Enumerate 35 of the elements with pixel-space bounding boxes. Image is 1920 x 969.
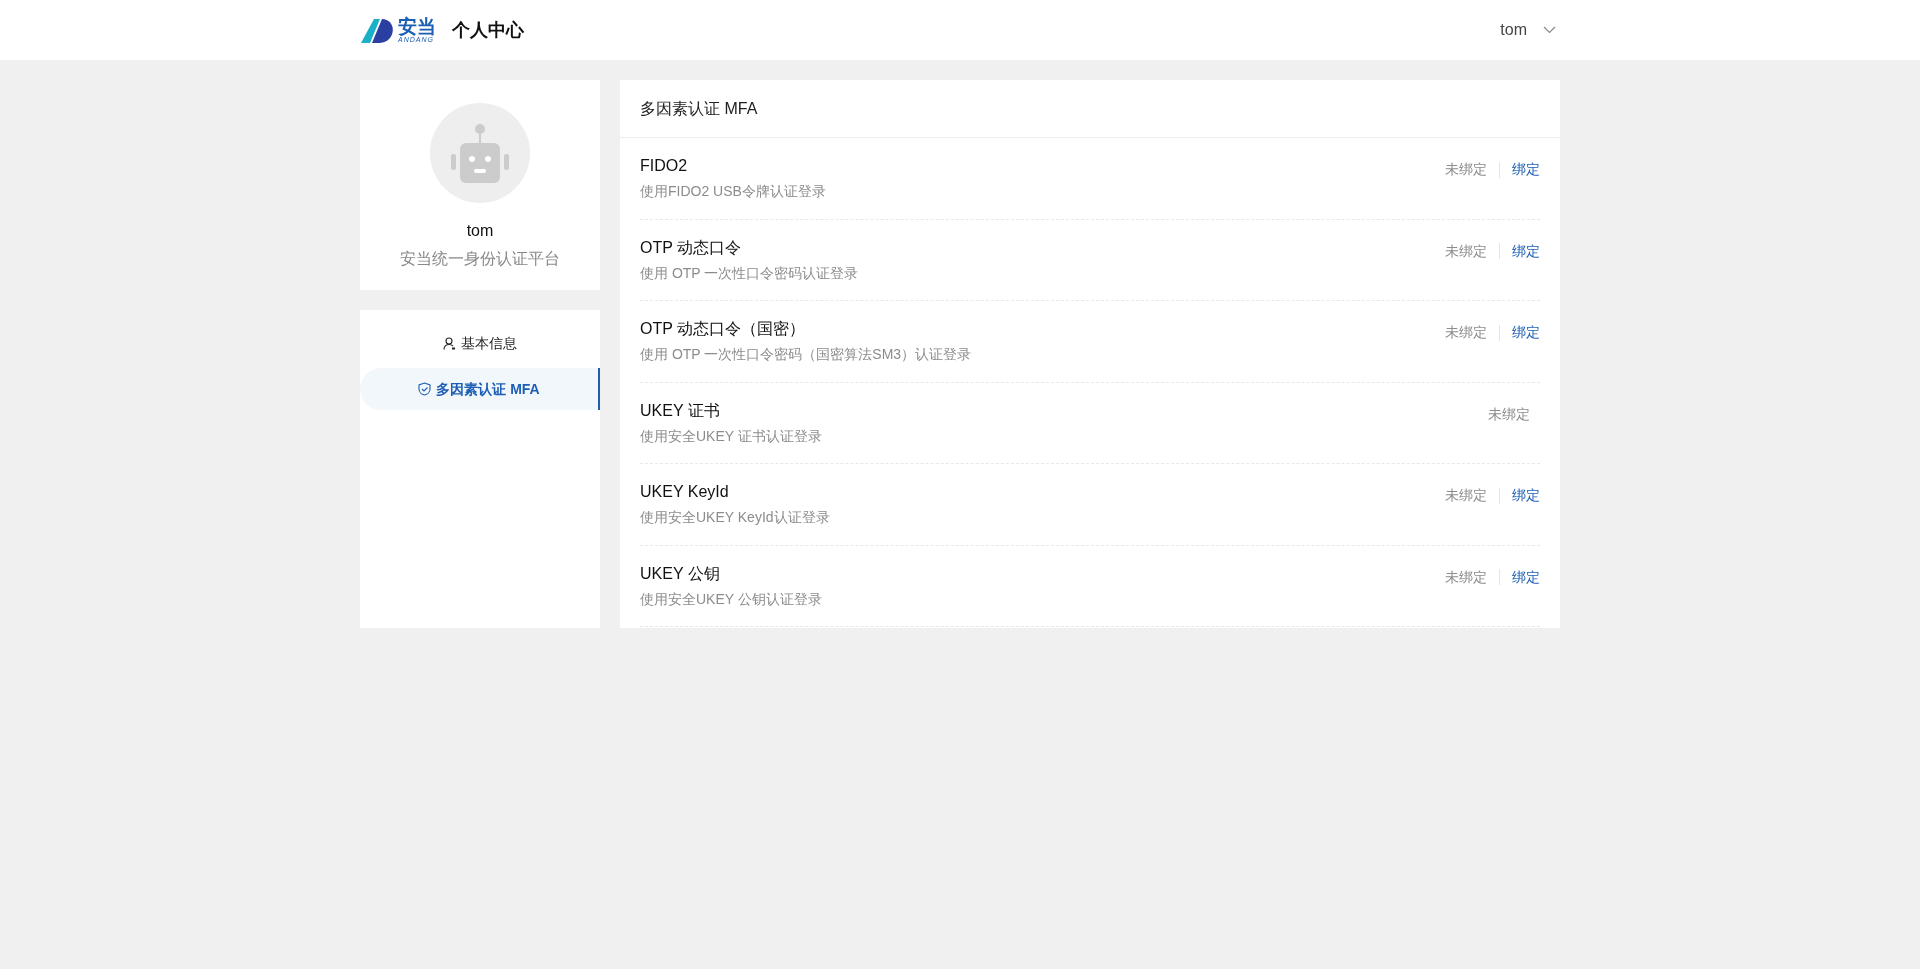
- method-description: 使用安全UKEY 证书认证登录: [640, 426, 823, 446]
- method-description: 使用 OTP 一次性口令密码（国密算法SM3）认证登录: [640, 345, 973, 365]
- page-title: 个人中心: [452, 18, 524, 42]
- logo-mark-icon: [360, 16, 394, 44]
- user-menu[interactable]: tom: [1500, 18, 1556, 42]
- method-name: UKEY 证书: [640, 400, 721, 420]
- bind-link[interactable]: 绑定: [1512, 322, 1540, 343]
- method-description: 使用 OTP 一次性口令密码认证登录: [640, 263, 860, 283]
- profile-name: tom: [466, 221, 494, 241]
- method-name: OTP 动态口令（国密）: [640, 319, 807, 339]
- profile-subtitle: 安当统一身份认证平台: [400, 249, 560, 269]
- bind-status: 未绑定: [1445, 486, 1487, 505]
- bind-status: 未绑定: [1445, 160, 1487, 179]
- method-description: 使用安全UKEY KeyId认证登录: [640, 508, 831, 528]
- menu-item[interactable]: 多因素认证 MFA: [360, 368, 600, 410]
- method-description: 使用FIDO2 USB令牌认证登录: [640, 182, 827, 202]
- bind-link[interactable]: 绑定: [1512, 159, 1540, 180]
- method-description: 使用安全UKEY 公钥认证登录: [640, 589, 823, 609]
- bind-link[interactable]: 绑定: [1512, 485, 1540, 506]
- method-name: OTP 动态口令: [640, 237, 743, 257]
- bind-status: 未绑定: [1445, 323, 1487, 342]
- bind-status: 未绑定: [1445, 567, 1487, 587]
- bind-status: 未绑定: [1488, 404, 1530, 424]
- method-name: UKEY 公钥: [640, 563, 721, 583]
- user-icon: [443, 336, 456, 350]
- bind-link[interactable]: 绑定: [1512, 566, 1540, 588]
- caret-icon: [1543, 26, 1556, 34]
- shield-check-icon: [418, 382, 432, 396]
- panel-title: 多因素认证 MFA: [620, 80, 1560, 138]
- bind-status: 未绑定: [1445, 241, 1487, 261]
- menu-item[interactable]: 基本信息: [360, 322, 600, 364]
- logo-text: 安当: [398, 17, 436, 36]
- method-name: UKEY KeyId: [640, 482, 730, 502]
- method-name: FIDO2: [640, 156, 689, 176]
- bind-link[interactable]: 绑定: [1512, 240, 1540, 262]
